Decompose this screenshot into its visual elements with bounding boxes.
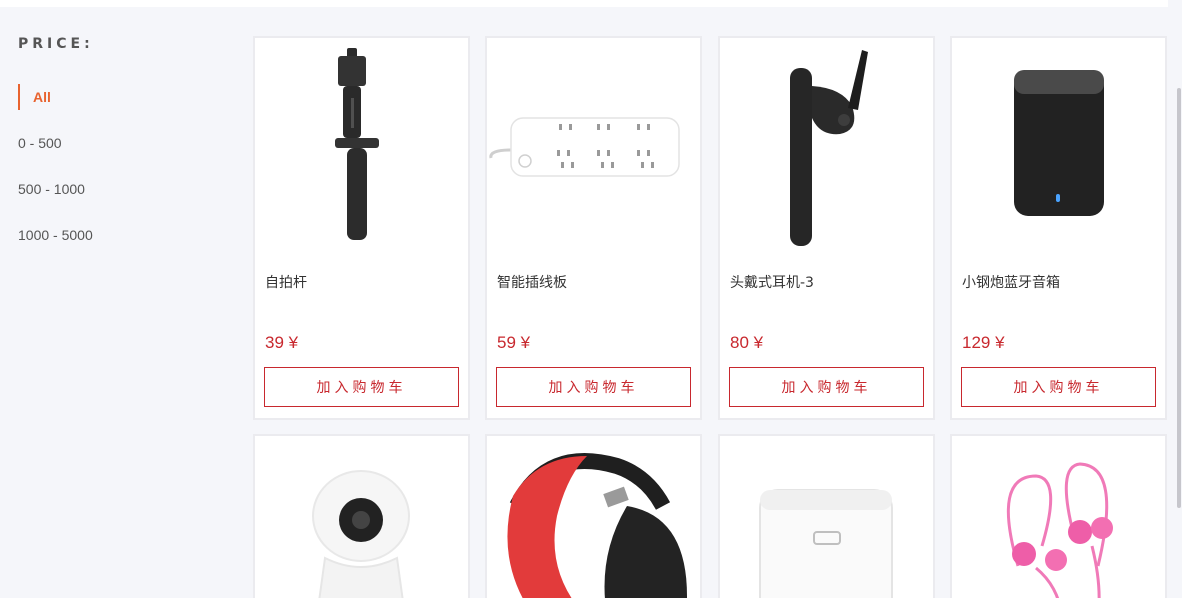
product-name[interactable]: 头戴式耳机-3 bbox=[730, 272, 814, 292]
product-price: 80 ¥ bbox=[730, 333, 764, 352]
add-to-cart-button[interactable]: 加入购物车 bbox=[264, 367, 459, 407]
product-name[interactable]: 小钢炮蓝牙音箱 bbox=[962, 272, 1060, 292]
price-filter-500-1000[interactable]: 500 - 1000 bbox=[18, 181, 85, 197]
price-filter: PRICE: All 0 - 500 500 - 1000 1000 - 500… bbox=[18, 36, 218, 243]
price-filter-1000-5000[interactable]: 1000 - 5000 bbox=[18, 227, 93, 243]
smart-camera-icon[interactable] bbox=[255, 436, 468, 598]
top-bar bbox=[0, 0, 1168, 7]
scrollbar-thumb[interactable] bbox=[1177, 88, 1181, 508]
product-card[interactable]: 小钢炮蓝牙音箱 129 ¥ 加入购物车 bbox=[950, 36, 1167, 420]
add-to-cart-button[interactable]: 加入购物车 bbox=[961, 367, 1156, 407]
product-card[interactable]: 头戴式耳机-3 80 ¥ 加入购物车 bbox=[718, 36, 935, 420]
add-to-cart-button[interactable]: 加入购物车 bbox=[496, 367, 691, 407]
product-price: 59 ¥ bbox=[497, 333, 531, 352]
earphones-icon[interactable] bbox=[952, 436, 1165, 598]
bluetooth-earpiece-icon[interactable] bbox=[720, 38, 933, 263]
product-card[interactable] bbox=[718, 434, 935, 598]
product-name[interactable]: 智能插线板 bbox=[497, 272, 567, 292]
product-card[interactable] bbox=[485, 434, 702, 598]
headphones-icon[interactable] bbox=[487, 436, 700, 598]
filter-title: PRICE: bbox=[18, 36, 94, 52]
rice-cooker-icon[interactable] bbox=[720, 436, 933, 598]
scrollbar-track[interactable] bbox=[1172, 0, 1182, 598]
product-card[interactable] bbox=[253, 434, 470, 598]
selfie-stick-icon[interactable] bbox=[255, 38, 468, 263]
product-name[interactable]: 自拍杆 bbox=[265, 272, 307, 292]
price-filter-0-500[interactable]: 0 - 500 bbox=[18, 135, 62, 151]
power-strip-icon[interactable] bbox=[487, 38, 700, 263]
bluetooth-speaker-icon[interactable] bbox=[952, 38, 1165, 263]
price-filter-all[interactable]: All bbox=[18, 84, 51, 110]
product-price: 39 ¥ bbox=[265, 333, 299, 352]
add-to-cart-button[interactable]: 加入购物车 bbox=[729, 367, 924, 407]
product-card[interactable] bbox=[950, 434, 1167, 598]
product-card[interactable]: 自拍杆 39 ¥ 加入购物车 bbox=[253, 36, 470, 420]
product-card[interactable]: 智能插线板 59 ¥ 加入购物车 bbox=[485, 36, 702, 420]
product-price: 129 ¥ bbox=[962, 333, 1005, 352]
